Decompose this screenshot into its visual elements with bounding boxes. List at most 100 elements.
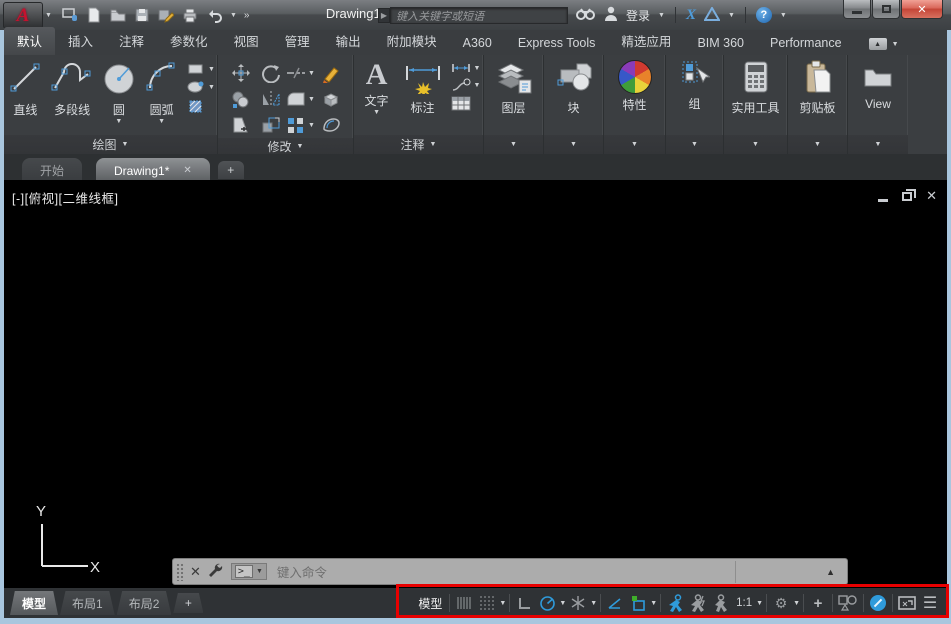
- undo-icon[interactable]: [206, 7, 223, 24]
- annotation-scale-icon[interactable]: [710, 591, 732, 615]
- annotation-scale-button[interactable]: 1:1: [733, 591, 755, 615]
- save-icon[interactable]: [134, 7, 151, 24]
- infocenter-search-input[interactable]: 键入关键字或短语: [390, 7, 568, 24]
- graphics-performance-button[interactable]: [867, 591, 889, 615]
- arc-button[interactable]: 圆弧 ▼: [140, 58, 183, 125]
- drawing-canvas[interactable]: [-][俯视][二维线框] ✕ Y X: [4, 180, 947, 588]
- app-menu-button[interactable]: A: [3, 2, 43, 29]
- osnap-caret-icon[interactable]: ▼: [650, 600, 657, 607]
- utilities-button[interactable]: 实用工具: [725, 58, 787, 116]
- ortho-mode-button[interactable]: [513, 591, 535, 615]
- new-layout-button[interactable]: +: [173, 593, 204, 613]
- minimize-button[interactable]: [843, 0, 871, 19]
- user-icon[interactable]: [604, 6, 618, 25]
- linear-dim-caret-icon[interactable]: ▼: [474, 65, 481, 72]
- text-button[interactable]: A 文字 ▼: [355, 58, 399, 117]
- viewport-controls[interactable]: [-][俯视][二维线框]: [12, 188, 119, 207]
- command-line-bar[interactable]: ✕ >_ ▼ 键入命令 ▲: [172, 558, 848, 585]
- tab-performance[interactable]: Performance: [757, 32, 855, 55]
- command-input[interactable]: 键入命令: [277, 562, 327, 581]
- mirror-button[interactable]: [256, 86, 286, 112]
- new-file-icon[interactable]: [86, 7, 103, 24]
- panel-annotation-footer[interactable]: 注释 ▼: [354, 135, 483, 154]
- dimension-button[interactable]: 标注: [399, 58, 447, 116]
- trim-caret-icon[interactable]: ▼: [308, 70, 315, 77]
- workspace-switching-button[interactable]: ⚙: [770, 591, 792, 615]
- arc-caret-icon[interactable]: ▼: [158, 118, 165, 125]
- properties-button[interactable]: 特性: [606, 58, 664, 113]
- file-tab-start[interactable]: 开始: [22, 158, 83, 180]
- panel-clipboard-footer[interactable]: ▼: [788, 135, 847, 154]
- drawing-close-icon[interactable]: ✕: [926, 188, 937, 204]
- grid-display-button[interactable]: [476, 591, 498, 615]
- explode-button[interactable]: [316, 86, 346, 112]
- undo-caret-icon[interactable]: ▼: [230, 12, 237, 19]
- erase-button[interactable]: [316, 60, 346, 86]
- fillet-caret-icon[interactable]: ▼: [308, 96, 315, 103]
- polyline-button[interactable]: 多段线: [47, 58, 98, 118]
- block-button[interactable]: 块: [546, 58, 602, 116]
- panel-properties-footer[interactable]: ▼: [604, 135, 665, 154]
- tab-manage[interactable]: 管理: [272, 27, 323, 55]
- annotation-autoscale-button[interactable]: [687, 591, 709, 615]
- tab-featured-apps[interactable]: 精选应用: [608, 27, 684, 55]
- tab-output[interactable]: 输出: [323, 27, 374, 55]
- text-caret-icon[interactable]: ▼: [373, 109, 380, 116]
- model-space-button[interactable]: 模型: [414, 591, 446, 615]
- tab-insert[interactable]: 插入: [55, 27, 106, 55]
- table-button[interactable]: [451, 96, 481, 111]
- tab-home[interactable]: 默认: [4, 27, 56, 55]
- command-customize-wrench-icon[interactable]: [207, 562, 223, 581]
- open-file-icon[interactable]: [110, 7, 127, 24]
- trim-button[interactable]: ▼: [286, 60, 316, 86]
- tab-bim360[interactable]: BIM 360: [684, 32, 757, 55]
- scale-button[interactable]: [256, 112, 286, 138]
- workspace-caret-icon[interactable]: ▼: [793, 600, 800, 607]
- layout-tab-layout2[interactable]: 布局2: [116, 591, 172, 615]
- snap-mode-button[interactable]: [453, 591, 475, 615]
- offset-button[interactable]: [316, 112, 346, 138]
- move-button[interactable]: [226, 60, 256, 86]
- tab-parametric[interactable]: 参数化: [157, 27, 221, 55]
- drawing-minimize-icon[interactable]: [878, 198, 889, 202]
- ellipse-button[interactable]: ▼: [187, 80, 215, 94]
- customization-button[interactable]: ☰: [919, 591, 941, 615]
- hatch-button[interactable]: [187, 98, 215, 114]
- tab-a360[interactable]: A360: [450, 32, 505, 55]
- stretch-button[interactable]: [226, 112, 256, 138]
- view-button[interactable]: View: [850, 58, 906, 111]
- annotation-visibility-button[interactable]: [664, 591, 686, 615]
- rectangle-button[interactable]: ▼: [187, 62, 215, 76]
- clipboard-button[interactable]: 剪贴板: [790, 58, 846, 116]
- command-recent-button[interactable]: >_ ▼: [230, 563, 267, 580]
- panel-draw-footer[interactable]: 绘图 ▼: [4, 135, 217, 154]
- plot-icon[interactable]: [182, 7, 199, 24]
- drawing-restore-icon[interactable]: [902, 188, 917, 201]
- close-button[interactable]: ✕: [901, 0, 943, 19]
- save-as-icon[interactable]: [158, 7, 175, 24]
- scale-caret-icon[interactable]: ▼: [756, 600, 763, 607]
- panel-view-footer[interactable]: ▼: [848, 135, 908, 154]
- sign-in-button[interactable]: 登录: [626, 7, 650, 24]
- help-icon[interactable]: ?: [755, 7, 772, 23]
- sign-in-caret-icon[interactable]: ▼: [658, 12, 665, 19]
- a360-icon[interactable]: [703, 5, 721, 24]
- array-caret-icon[interactable]: ▼: [308, 122, 315, 129]
- linear-dim-button[interactable]: ▼: [451, 62, 481, 74]
- command-close-icon[interactable]: ✕: [190, 564, 201, 580]
- leader-button[interactable]: ▼: [451, 78, 480, 92]
- isometric-drafting-button[interactable]: [567, 591, 589, 615]
- panel-utilities-footer[interactable]: ▼: [724, 135, 787, 154]
- help-caret-icon[interactable]: ▼: [780, 12, 787, 19]
- search-go-icon[interactable]: ▶: [378, 8, 390, 23]
- tab-addins[interactable]: 附加模块: [374, 27, 450, 55]
- rectangle-caret-icon[interactable]: ▼: [208, 66, 215, 73]
- tab-view[interactable]: 视图: [221, 27, 272, 55]
- panel-modify-footer[interactable]: 修改 ▼: [218, 138, 353, 155]
- command-history-up-icon[interactable]: ▲: [826, 567, 835, 577]
- polar-caret-icon[interactable]: ▼: [559, 600, 566, 607]
- copy-button[interactable]: [226, 86, 256, 112]
- isodraft-caret-icon[interactable]: ▼: [590, 600, 597, 607]
- layout-tab-model[interactable]: 模型: [10, 591, 59, 615]
- search-binoculars-icon[interactable]: [576, 6, 596, 25]
